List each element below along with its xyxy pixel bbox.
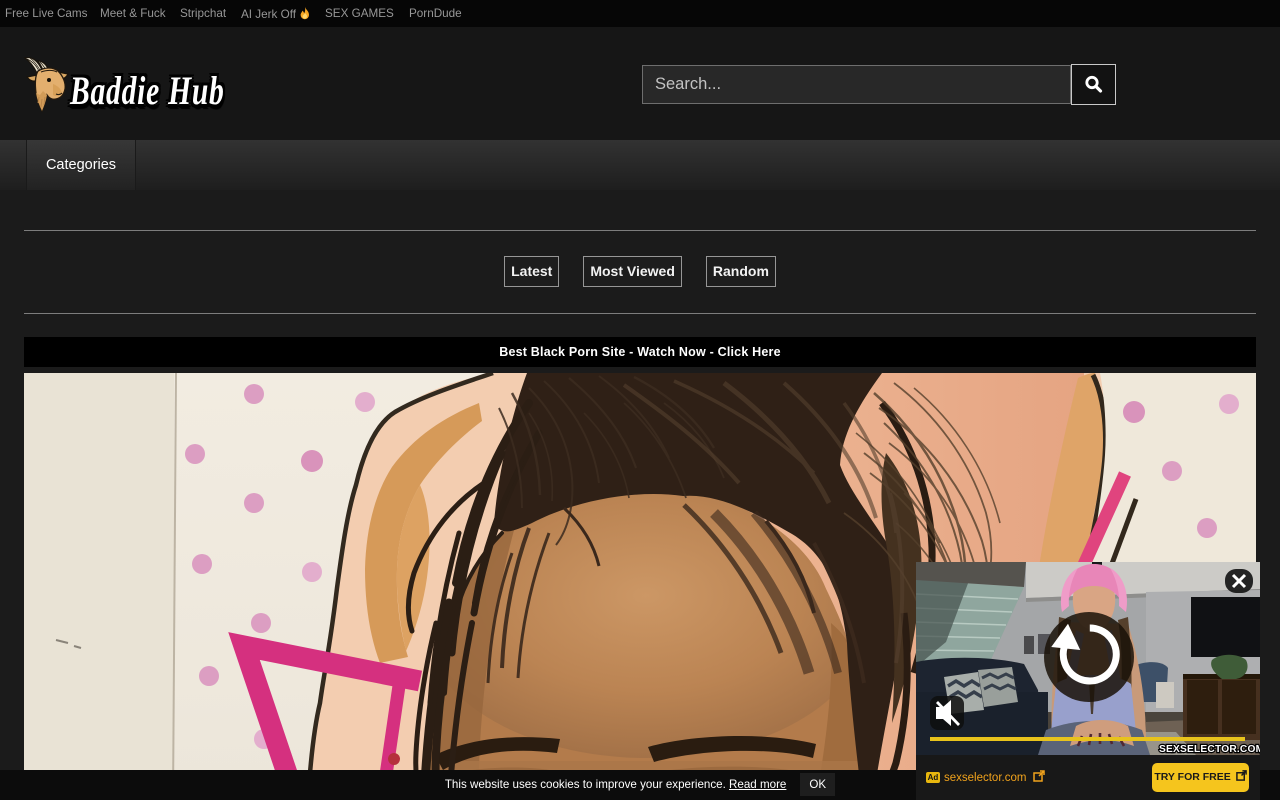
svg-text:SEXSELECTOR.COM: SEXSELECTOR.COM (1159, 744, 1260, 755)
